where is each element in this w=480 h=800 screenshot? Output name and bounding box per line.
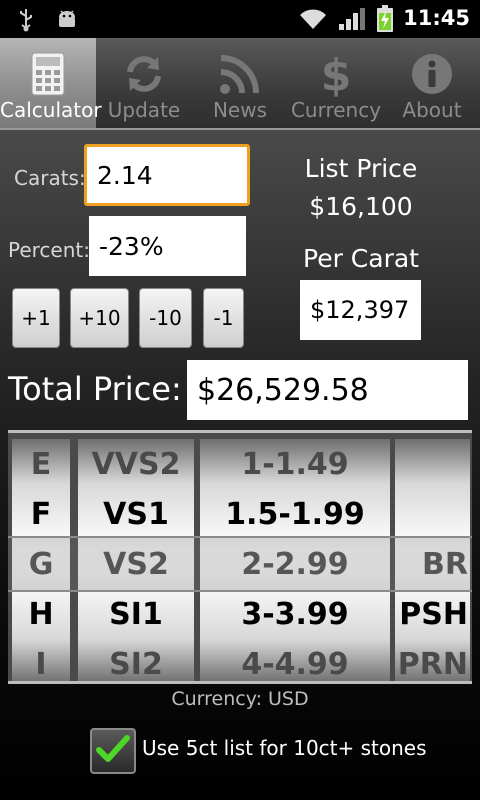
refresh-icon (122, 48, 166, 100)
list-price-label: List Price (304, 154, 418, 183)
total-price-value: $26,529.58 (187, 360, 468, 420)
shape-option[interactable] (395, 489, 470, 539)
color-wheel[interactable]: E F G H I (12, 439, 70, 682)
size-option[interactable]: 1.5-1.99 (200, 489, 390, 539)
color-option[interactable]: H (12, 589, 70, 639)
tab-bar: Calculator Update News $ Currency About (0, 38, 480, 130)
total-price-label: Total Price: (8, 370, 182, 408)
size-option[interactable]: 1-1.49 (200, 439, 390, 489)
calculator-icon (31, 48, 65, 100)
tab-label: News (212, 98, 268, 122)
wifi-icon (298, 7, 328, 35)
color-option[interactable]: I (12, 639, 70, 682)
shape-wheel[interactable]: BR PSH PRN (395, 439, 470, 682)
plus-ten-button[interactable]: +10 (70, 288, 129, 348)
color-option[interactable]: E (12, 439, 70, 489)
clarity-option[interactable]: SI2 (78, 639, 194, 682)
minus-one-button[interactable]: -1 (203, 288, 244, 348)
calculator-panel: Carats: 2.14 Percent: -23% +1 +10 -10 -1… (0, 130, 480, 800)
clarity-option[interactable]: SI1 (78, 589, 194, 639)
plus-one-button[interactable]: +1 (12, 288, 60, 348)
rss-icon (218, 48, 262, 100)
checkmark-icon (96, 734, 130, 768)
per-carat-value: $12,397 (300, 280, 421, 340)
battery-charging-icon (376, 5, 394, 37)
color-option[interactable]: G (12, 539, 70, 589)
shape-option[interactable] (395, 439, 470, 489)
shape-option[interactable]: PRN (395, 639, 470, 682)
status-bar: 11:45 (0, 0, 480, 38)
tab-calculator[interactable]: Calculator (0, 38, 102, 128)
tab-label: Update (107, 98, 181, 122)
size-option[interactable]: 3-3.99 (200, 589, 390, 639)
shape-option[interactable]: PSH (395, 589, 470, 639)
percent-label: Percent: (8, 238, 90, 262)
signal-icon (338, 7, 366, 35)
usb-icon (18, 8, 34, 36)
android-debug-icon (56, 8, 78, 34)
five-ct-list-checkbox[interactable] (90, 728, 136, 774)
diamond-grade-picker: E F G H I VVS2 VS1 VS2 SI1 SI2 1-1.49 1.… (8, 430, 472, 684)
per-carat-label: Per Carat (303, 244, 419, 273)
tab-currency[interactable]: $ Currency (288, 38, 384, 128)
tab-news[interactable]: News (192, 38, 288, 128)
size-wheel[interactable]: 1-1.49 1.5-1.99 2-2.99 3-3.99 4-4.99 (200, 439, 390, 682)
size-option[interactable]: 4-4.99 (200, 639, 390, 682)
tab-label: Calculator (0, 98, 102, 122)
clarity-option[interactable]: VVS2 (78, 439, 194, 489)
clarity-wheel[interactable]: VVS2 VS1 VS2 SI1 SI2 (78, 439, 194, 682)
tab-update[interactable]: Update (96, 38, 192, 128)
percent-input[interactable]: -23% (89, 216, 246, 276)
five-ct-list-label[interactable]: Use 5ct list for 10ct+ stones (142, 736, 427, 760)
tab-label: About (402, 98, 462, 122)
list-price-value: $16,100 (309, 192, 413, 221)
minus-ten-button[interactable]: -10 (139, 288, 192, 348)
clarity-option[interactable]: VS1 (78, 489, 194, 539)
currency-note: Currency: USD (171, 688, 309, 710)
svg-text:$: $ (321, 50, 352, 98)
dollar-icon: $ (319, 48, 353, 100)
shape-option[interactable]: BR (395, 539, 470, 589)
tab-label: Currency (290, 98, 382, 122)
info-icon (410, 48, 454, 100)
color-option[interactable]: F (12, 489, 70, 539)
tab-about[interactable]: About (384, 38, 480, 128)
size-option[interactable]: 2-2.99 (200, 539, 390, 589)
carats-label: Carats: (14, 166, 86, 190)
carats-input[interactable]: 2.14 (84, 144, 250, 206)
status-clock: 11:45 (403, 6, 470, 30)
clarity-option[interactable]: VS2 (78, 539, 194, 589)
